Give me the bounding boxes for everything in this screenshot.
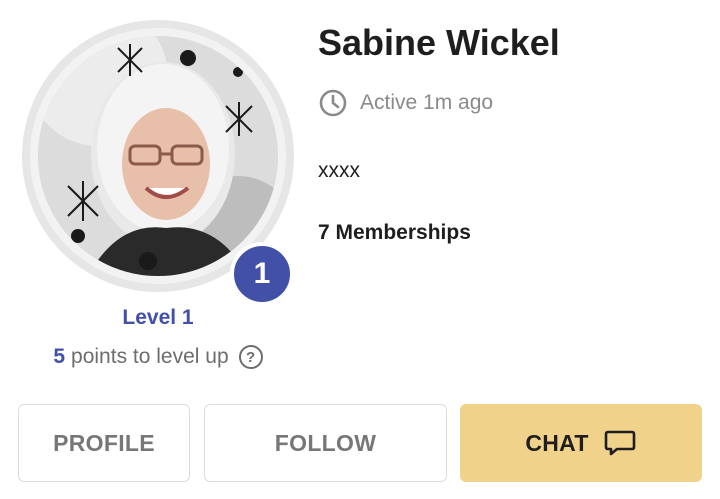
follow-button-label: FOLLOW bbox=[274, 429, 377, 456]
active-status-text: Active 1m ago bbox=[360, 91, 494, 114]
memberships-count[interactable]: 7 Memberships bbox=[318, 221, 471, 245]
avatar-photo bbox=[38, 36, 278, 276]
avatar[interactable] bbox=[38, 36, 278, 276]
profile-name: Sabine Wickel bbox=[318, 22, 560, 63]
points-text: points to level up bbox=[71, 345, 229, 368]
level-badge: 1 bbox=[230, 242, 294, 306]
points-value: 5 bbox=[53, 345, 66, 368]
active-status: Active 1m ago bbox=[318, 88, 493, 118]
avatar-container: 1 bbox=[22, 20, 294, 306]
profile-tagline: xxxx bbox=[318, 159, 360, 182]
profile-button[interactable]: PROFILE bbox=[18, 404, 190, 482]
level-label: Level 1 bbox=[122, 306, 194, 329]
follow-button[interactable]: FOLLOW bbox=[204, 404, 447, 482]
clock-icon bbox=[319, 89, 347, 117]
profile-button-label: PROFILE bbox=[53, 429, 155, 456]
chat-bubble-icon bbox=[604, 430, 635, 456]
points-to-level-up: 5 points to level up ? bbox=[0, 345, 316, 369]
chat-button[interactable]: CHAT bbox=[460, 404, 702, 482]
chat-button-label: CHAT bbox=[525, 429, 589, 456]
help-circle-icon[interactable]: ? bbox=[238, 345, 263, 369]
